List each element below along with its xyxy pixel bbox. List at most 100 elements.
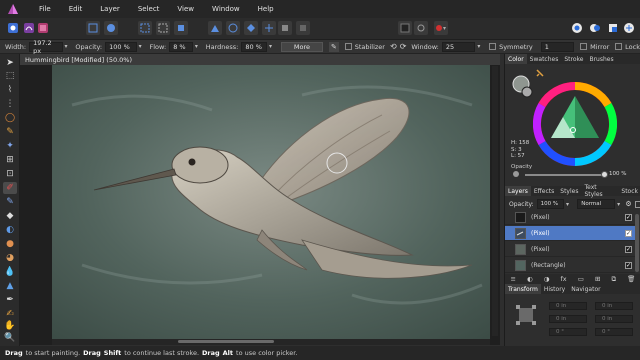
window-field[interactable]: 25 [441, 41, 476, 52]
horizontal-scroll-thumb[interactable] [178, 340, 274, 343]
more-button[interactable]: More [280, 41, 323, 52]
chevron-down-icon[interactable]: ▾ [139, 43, 145, 50]
auto-levels-icon[interactable] [208, 21, 222, 35]
gear-icon[interactable]: ⚙ [625, 200, 631, 208]
auto-contrast-icon[interactable] [226, 21, 240, 35]
liquify-persona-icon[interactable] [22, 21, 36, 35]
assistant-icon[interactable] [296, 21, 310, 35]
color-opacity-slider-knob[interactable] [601, 171, 608, 178]
transform-rotation-field[interactable]: 0 ° [549, 328, 587, 336]
canvas[interactable] [52, 65, 490, 339]
tab-swatches[interactable]: Swatches [527, 54, 562, 64]
fx-icon[interactable]: fx [561, 275, 567, 283]
adjustment-icon[interactable]: ◑ [544, 275, 550, 283]
color-opacity-slider[interactable] [525, 174, 605, 176]
transform-height-field[interactable]: 0 in [595, 315, 633, 323]
chevron-down-icon[interactable]: ▾ [195, 43, 201, 50]
document-setup-icon[interactable] [86, 21, 100, 35]
record-macro-icon[interactable] [434, 21, 448, 35]
move-tool-icon[interactable]: ➤ [3, 57, 17, 69]
anchor-selector[interactable] [515, 304, 537, 326]
menu-layer[interactable]: Layer [91, 5, 129, 13]
color-wheel[interactable] [533, 82, 617, 166]
chevron-down-icon[interactable]: ▾ [566, 201, 571, 208]
auto-white-balance-icon[interactable] [262, 21, 276, 35]
width-field[interactable]: 197.2 px [29, 39, 63, 55]
develop-persona-icon[interactable] [36, 21, 50, 35]
document-tab[interactable]: Hummingbird [Modified] (50.0%) [20, 54, 500, 65]
tab-navigator[interactable]: Navigator [568, 284, 603, 294]
selection-brush-icon[interactable]: ✎ [3, 126, 17, 138]
symmetry-field[interactable]: 1 [540, 41, 575, 52]
chevron-down-icon[interactable]: ▾ [477, 43, 483, 50]
layer-row[interactable]: (Rectangle) ✓ [505, 258, 635, 273]
refine-selection-icon[interactable] [414, 21, 428, 35]
freehand-selection-icon[interactable]: ⌇ [3, 84, 17, 96]
tab-styles[interactable]: Styles [557, 186, 581, 196]
tab-effects[interactable]: Effects [531, 186, 557, 196]
tab-stock[interactable]: Stock [618, 186, 640, 196]
menu-select[interactable]: Select [129, 5, 169, 13]
transform-width-field[interactable]: 0 in [595, 302, 633, 310]
tone-icon[interactable] [278, 21, 292, 35]
pen-tool-icon[interactable]: ✒ [3, 294, 17, 306]
menu-edit[interactable]: Edit [60, 5, 92, 13]
deselect-icon[interactable] [156, 21, 170, 35]
blur-brush-icon[interactable]: 💧 [3, 266, 17, 278]
layer-row[interactable]: (Pixel) ✓ [505, 242, 635, 257]
arrange-icon[interactable] [570, 21, 584, 35]
blend-mode-select[interactable]: Normal [577, 199, 616, 209]
quick-mask-icon[interactable] [398, 21, 412, 35]
dodge-icon[interactable]: ● [3, 238, 17, 250]
menu-file[interactable]: File [30, 5, 60, 13]
duplicate-icon[interactable]: ⧉ [611, 275, 616, 284]
ellipse-marquee-icon[interactable]: ◯ [3, 112, 17, 124]
menu-help[interactable]: Help [249, 5, 283, 13]
layer-visibility-checkbox[interactable]: ✓ [625, 229, 632, 237]
photo-persona-icon[interactable] [6, 21, 20, 35]
brush-options-icon[interactable]: ✎ [329, 41, 339, 52]
layer-opacity-field[interactable]: 100 % [536, 199, 564, 209]
layer-row-selected[interactable]: (Pixel) ✓ [505, 226, 635, 241]
tab-color[interactable]: Color [505, 54, 527, 64]
tab-stroke[interactable]: Stroke [561, 54, 586, 64]
chevron-down-icon[interactable]: ▾ [269, 43, 275, 50]
gradient-icon[interactable]: ◐ [3, 224, 17, 236]
clone-brush-icon[interactable]: ✍ [3, 308, 17, 320]
tab-text-styles[interactable]: Text Styles [581, 184, 618, 198]
stabilizer-checkbox[interactable] [344, 43, 352, 50]
zoom-tool-icon[interactable]: 🔍 [3, 332, 17, 344]
chevron-down-icon[interactable]: ▾ [65, 43, 71, 50]
transform-shear-field[interactable]: 0 ° [595, 328, 633, 336]
view-mode-icon[interactable] [588, 21, 602, 35]
snapping-icon[interactable] [606, 21, 620, 35]
layers-scrollbar[interactable] [635, 214, 639, 272]
stroke-color-swatch[interactable] [521, 86, 533, 98]
visibility-checkbox[interactable] [634, 200, 640, 208]
mask-icon[interactable]: ◐ [527, 275, 533, 283]
lock-checkbox[interactable] [615, 43, 623, 50]
personas-icon[interactable] [622, 21, 636, 35]
marquee-icon[interactable]: ⋮ [3, 98, 17, 110]
layer-visibility-checkbox[interactable]: ✓ [625, 245, 632, 253]
color-opacity-value[interactable]: 100 % [609, 171, 626, 177]
auto-colors-icon[interactable] [244, 21, 258, 35]
window-mode-icon[interactable]: ⟳ [400, 42, 407, 51]
symmetry-checkbox[interactable] [489, 43, 497, 50]
select-all-icon[interactable] [138, 21, 152, 35]
menu-window[interactable]: Window [203, 5, 249, 13]
tab-layers[interactable]: Layers [505, 186, 531, 196]
hardness-field[interactable]: 80 % [241, 41, 267, 52]
layer-visibility-checkbox[interactable]: ✓ [625, 261, 632, 269]
transform-x-field[interactable]: 0 in [549, 302, 587, 310]
erase-brush-icon[interactable]: ✎ [3, 196, 17, 208]
rope-mode-icon[interactable]: ⟲ [390, 42, 397, 51]
invert-selection-icon[interactable] [174, 21, 188, 35]
color-picker-icon[interactable]: ⊡ [3, 168, 17, 180]
view-tool-icon[interactable]: ✋ [3, 320, 17, 332]
layers-menu-icon[interactable]: ≡ [511, 275, 516, 283]
mirror-checkbox[interactable] [580, 43, 588, 50]
flow-field[interactable]: 8 % [169, 41, 193, 52]
vertical-scrollbar[interactable] [492, 66, 498, 336]
flood-select-icon[interactable]: ✦ [3, 140, 17, 152]
